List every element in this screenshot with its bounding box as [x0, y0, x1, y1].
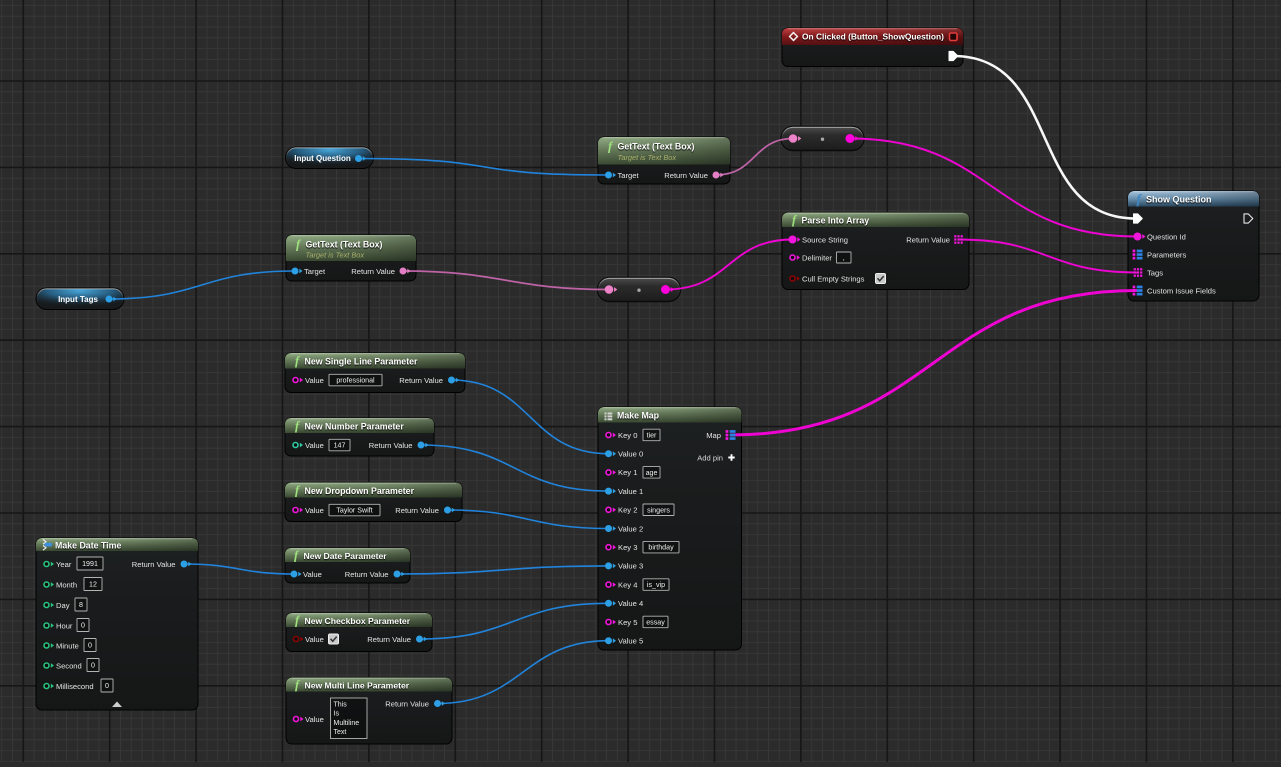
svg-text:tier: tier [647, 432, 657, 440]
svg-text:On Clicked (Button_ShowQuestio: On Clicked (Button_ShowQuestion) [802, 32, 944, 42]
svg-text:Tags: Tags [1147, 268, 1163, 277]
svg-text:Key 5: Key 5 [618, 618, 637, 627]
svg-text:147: 147 [334, 442, 346, 450]
svg-text:Make Map: Make Map [617, 410, 660, 420]
svg-text:Multiline: Multiline [334, 720, 360, 727]
svg-text:Value: Value [305, 441, 324, 450]
svg-text:Is: Is [334, 711, 340, 718]
svg-text:Key 4: Key 4 [618, 580, 637, 589]
svg-text:New Checkbox Parameter: New Checkbox Parameter [305, 616, 411, 626]
svg-text:Parameters: Parameters [1147, 250, 1186, 259]
svg-text:Source String: Source String [802, 235, 848, 244]
svg-text:Target is Text Box: Target is Text Box [306, 251, 365, 260]
svg-text:12: 12 [89, 581, 97, 589]
svg-text:Value 5: Value 5 [618, 637, 643, 646]
svg-text:Question Id: Question Id [1147, 232, 1186, 241]
svg-text:Return Value: Return Value [395, 506, 439, 515]
svg-text:Value: Value [303, 570, 322, 579]
svg-text:Make Date Time: Make Date Time [55, 540, 121, 550]
svg-text:Key 0: Key 0 [618, 431, 637, 440]
svg-text:,: , [843, 254, 845, 262]
svg-text:professional: professional [336, 377, 375, 385]
svg-text:Parse Into Array: Parse Into Array [802, 215, 870, 225]
svg-text:Input Question: Input Question [294, 154, 351, 163]
svg-text:GetText (Text Box): GetText (Text Box) [618, 142, 695, 152]
svg-text:Text: Text [334, 729, 347, 736]
svg-text:Return Value: Return Value [132, 560, 176, 569]
svg-text:Value 0: Value 0 [618, 450, 643, 459]
svg-text:is_vip: is_vip [647, 581, 665, 589]
svg-text:Key 1: Key 1 [618, 468, 637, 477]
svg-text:8: 8 [79, 601, 83, 609]
svg-text:Year: Year [56, 560, 72, 569]
svg-text:Delimiter: Delimiter [802, 253, 832, 262]
svg-text:Value: Value [305, 715, 324, 724]
svg-text:age: age [646, 469, 658, 477]
svg-text:Return Value: Return Value [367, 635, 411, 644]
svg-text:0: 0 [81, 622, 85, 630]
svg-text:Return Value: Return Value [385, 699, 429, 708]
svg-text:Custom Issue Fields: Custom Issue Fields [1147, 286, 1216, 295]
svg-text:Target: Target [304, 267, 326, 276]
svg-text:New Multi Line Parameter: New Multi Line Parameter [305, 680, 410, 690]
svg-text:Value 2: Value 2 [618, 524, 643, 533]
svg-text:Target is Text Box: Target is Text Box [618, 153, 677, 162]
svg-text:birthday: birthday [648, 544, 674, 552]
svg-text:Hour: Hour [56, 621, 73, 630]
svg-text:Target: Target [618, 171, 640, 180]
svg-text:singers: singers [647, 506, 670, 514]
svg-text:Taylor Swift: Taylor Swift [336, 507, 372, 515]
svg-text:Return Value: Return Value [351, 267, 395, 276]
svg-text:Cull Empty Strings: Cull Empty Strings [802, 274, 865, 283]
svg-text:New Number Parameter: New Number Parameter [305, 421, 405, 431]
svg-text:Value: Value [305, 506, 324, 515]
svg-text:Map: Map [706, 431, 721, 440]
svg-text:Return Value: Return Value [369, 441, 413, 450]
svg-text:This: This [334, 701, 348, 708]
svg-text:New Date Parameter: New Date Parameter [304, 551, 388, 561]
svg-text:Show Question: Show Question [1146, 195, 1212, 205]
svg-text:Value: Value [305, 635, 324, 644]
svg-text:Day: Day [56, 601, 70, 610]
svg-text:Value: Value [305, 376, 324, 385]
svg-text:0: 0 [91, 662, 95, 670]
svg-text:0: 0 [88, 642, 92, 650]
svg-text:0: 0 [105, 682, 109, 690]
svg-text:Key 3: Key 3 [618, 543, 637, 552]
svg-text:Value 1: Value 1 [618, 487, 643, 496]
svg-text:Millisecond: Millisecond [56, 682, 94, 691]
svg-text:Return Value: Return Value [906, 235, 950, 244]
svg-text:essay: essay [646, 619, 665, 627]
svg-text:Return Value: Return Value [664, 171, 708, 180]
svg-text:Input Tags: Input Tags [58, 295, 98, 304]
svg-text:Key 2: Key 2 [618, 506, 637, 515]
svg-text:New Single Line Parameter: New Single Line Parameter [305, 356, 419, 366]
svg-text:Minute: Minute [56, 641, 79, 650]
svg-text:1991: 1991 [82, 560, 98, 568]
svg-text:Value 4: Value 4 [618, 599, 643, 608]
svg-text:New Dropdown Parameter: New Dropdown Parameter [305, 486, 415, 496]
svg-text:Return Value: Return Value [399, 376, 443, 385]
svg-text:GetText (Text Box): GetText (Text Box) [306, 240, 383, 250]
svg-text:Month: Month [56, 580, 77, 589]
svg-text:Second: Second [56, 661, 82, 670]
svg-text:Return Value: Return Value [345, 570, 389, 579]
svg-text:Add pin: Add pin [697, 453, 723, 462]
svg-text:Value 3: Value 3 [618, 562, 643, 571]
